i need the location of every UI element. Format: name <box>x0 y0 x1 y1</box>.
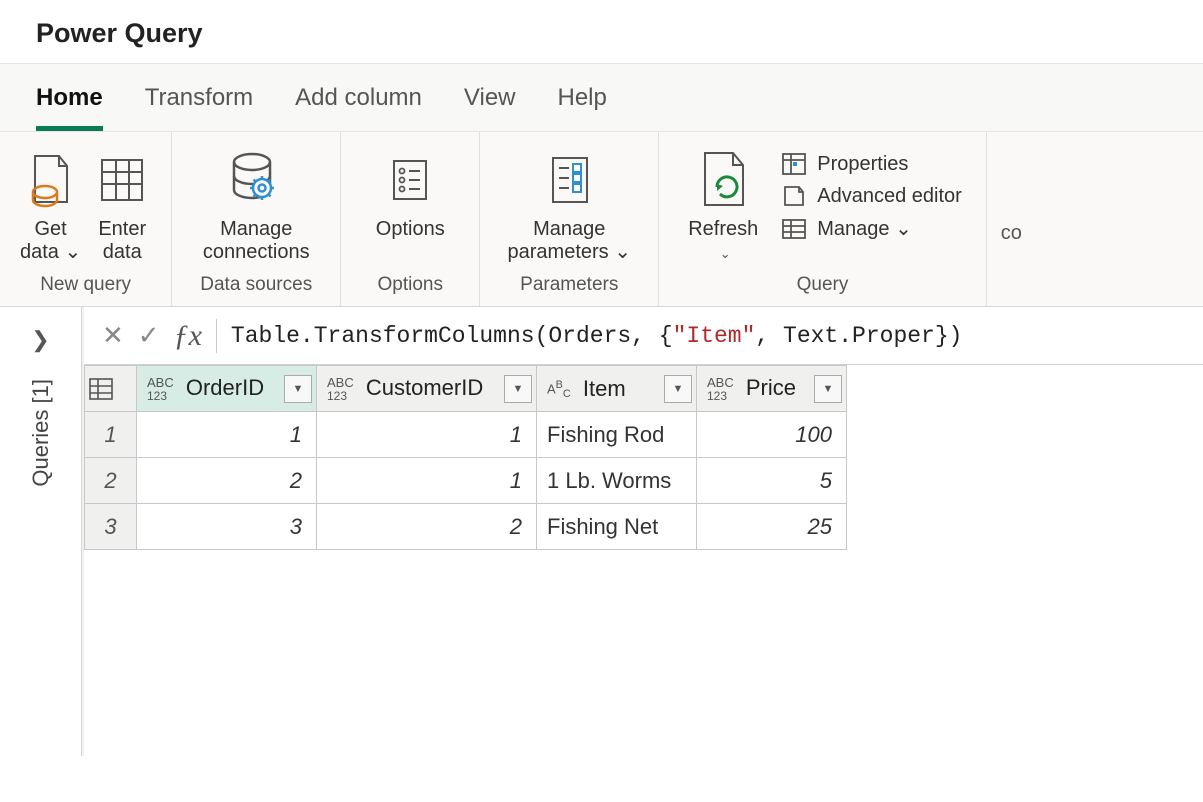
advanced-editor-label: Advanced editor <box>817 185 962 208</box>
cell[interactable]: Fishing Net <box>537 504 697 550</box>
ribbon-tabs: Home Transform Add column View Help <box>0 64 1203 132</box>
refresh-label: Refresh ⌄ <box>688 218 758 264</box>
column-header-item[interactable]: ABC Item ▼ <box>537 366 697 412</box>
ribbon-group-data-sources: Manage connections Data sources <box>172 132 341 306</box>
manage-query-button[interactable]: Manage ⌄ <box>777 214 966 243</box>
ribbon-overflow-text: co <box>1001 222 1022 245</box>
cancel-formula-icon[interactable]: ✕ <box>102 320 124 351</box>
properties-label: Properties <box>817 153 908 176</box>
column-header-orderid[interactable]: ABC123 OrderID ▼ <box>137 366 317 412</box>
ribbon-caption-query: Query <box>797 268 849 302</box>
ribbon-group-new-query: Get data ⌄ Enter data <box>0 132 172 306</box>
table-row[interactable]: 3 3 2 Fishing Net 25 <box>85 504 847 550</box>
get-data-label: Get data ⌄ <box>20 218 81 264</box>
filter-item-icon[interactable]: ▼ <box>664 375 692 403</box>
tab-help[interactable]: Help <box>558 84 607 131</box>
type-any-icon: ABC123 <box>147 376 174 402</box>
tab-transform[interactable]: Transform <box>145 84 253 131</box>
filter-price-icon[interactable]: ▼ <box>814 375 842 403</box>
data-grid: ABC123 OrderID ▼ ABC123 CustomerID ▼ ABC… <box>84 365 1203 550</box>
enter-data-icon <box>96 146 148 214</box>
options-icon <box>386 146 434 214</box>
manage-query-icon <box>781 217 807 241</box>
manage-query-label: Manage ⌄ <box>817 216 912 241</box>
row-number[interactable]: 2 <box>85 458 137 504</box>
get-data-button[interactable]: Get data ⌄ <box>14 142 87 268</box>
cell[interactable]: 100 <box>697 412 847 458</box>
table-corner[interactable] <box>85 366 137 412</box>
database-gear-icon <box>228 146 284 214</box>
properties-button[interactable]: Properties <box>777 150 966 178</box>
tab-view[interactable]: View <box>464 84 516 131</box>
fx-icon[interactable]: ƒx <box>174 319 217 353</box>
filter-orderid-icon[interactable]: ▼ <box>284 375 312 403</box>
advanced-editor-icon <box>781 184 807 208</box>
type-any-icon: ABC123 <box>707 376 734 402</box>
ribbon-caption-new-query: New query <box>40 268 131 302</box>
row-number[interactable]: 3 <box>85 504 137 550</box>
manage-connections-button[interactable]: Manage connections <box>186 142 326 268</box>
advanced-editor-button[interactable]: Advanced editor <box>777 182 966 210</box>
cell[interactable]: 1 <box>317 458 537 504</box>
ribbon-group-parameters: Manage parameters ⌄ Parameters <box>480 132 659 306</box>
refresh-button[interactable]: Refresh ⌄ <box>673 142 773 268</box>
queries-sidebar-label[interactable]: Queries [1] <box>28 379 54 487</box>
cell[interactable]: 3 <box>137 504 317 550</box>
queries-sidebar: ❯ Queries [1] <box>0 307 82 756</box>
manage-connections-label: Manage connections <box>203 218 310 264</box>
ribbon-caption-parameters: Parameters <box>520 268 618 302</box>
ribbon: Get data ⌄ Enter data <box>0 132 1203 307</box>
commit-formula-icon[interactable]: ✓ <box>138 320 160 351</box>
ribbon-overflow: co <box>987 132 1036 306</box>
options-label: Options <box>376 218 445 264</box>
ribbon-caption-options: Options <box>378 268 443 302</box>
type-text-icon: ABC <box>547 380 571 400</box>
parameters-icon <box>543 146 595 214</box>
app-title: Power Query <box>0 0 1203 64</box>
cell[interactable]: 5 <box>697 458 847 504</box>
manage-parameters-button[interactable]: Manage parameters ⌄ <box>494 142 644 268</box>
cell[interactable]: 2 <box>137 458 317 504</box>
row-number[interactable]: 1 <box>85 412 137 458</box>
refresh-icon <box>693 146 753 214</box>
formula-bar: ✕ ✓ ƒx Table.TransformColumns(Orders, {"… <box>84 307 1203 365</box>
column-header-price[interactable]: ABC123 Price ▼ <box>697 366 847 412</box>
table-row[interactable]: 2 2 1 1 Lb. Worms 5 <box>85 458 847 504</box>
cell[interactable]: 1 <box>137 412 317 458</box>
options-button[interactable]: Options <box>355 142 465 268</box>
tab-home[interactable]: Home <box>36 84 103 131</box>
ribbon-group-options: Options Options <box>341 132 480 306</box>
cell[interactable]: 1 <box>317 412 537 458</box>
expand-sidebar-icon[interactable]: ❯ <box>31 327 49 353</box>
cell[interactable]: 25 <box>697 504 847 550</box>
get-data-icon <box>27 146 75 214</box>
filter-customerid-icon[interactable]: ▼ <box>504 375 532 403</box>
table-row[interactable]: 1 1 1 Fishing Rod 100 <box>85 412 847 458</box>
column-header-customerid[interactable]: ABC123 CustomerID ▼ <box>317 366 537 412</box>
cell[interactable]: Fishing Rod <box>537 412 697 458</box>
enter-data-button[interactable]: Enter data <box>87 142 157 268</box>
ribbon-caption-data-sources: Data sources <box>200 268 312 302</box>
enter-data-label: Enter data <box>98 218 146 264</box>
manage-parameters-label: Manage parameters ⌄ <box>508 218 631 264</box>
tab-add-column[interactable]: Add column <box>295 84 422 131</box>
type-any-icon: ABC123 <box>327 376 354 402</box>
properties-icon <box>781 152 807 176</box>
cell[interactable]: 2 <box>317 504 537 550</box>
ribbon-group-query: Refresh ⌄ Properties Advanced editor <box>659 132 987 306</box>
formula-text[interactable]: Table.TransformColumns(Orders, {"Item", … <box>231 323 963 349</box>
cell[interactable]: 1 Lb. Worms <box>537 458 697 504</box>
